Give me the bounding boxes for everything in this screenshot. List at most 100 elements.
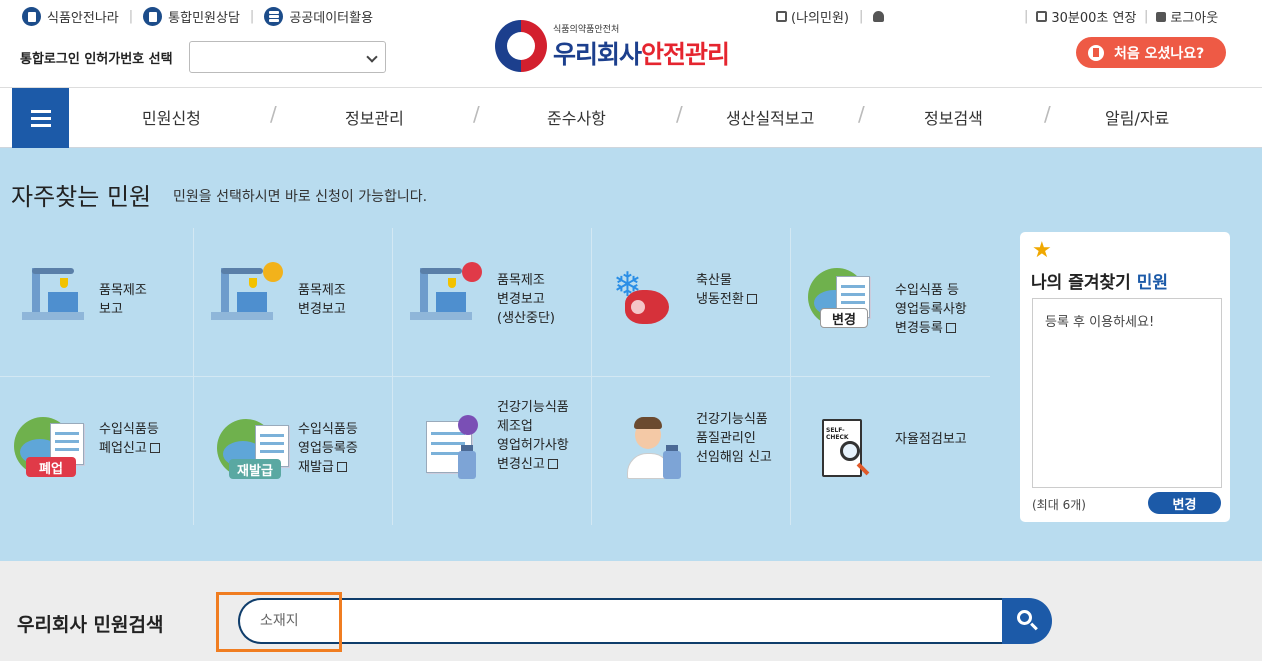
my-request-link[interactable]: (나의민원) |	[776, 7, 885, 26]
fav-item-label: 수입식품등 영업등록증 재발급	[298, 420, 358, 477]
label-line: 품목제조	[99, 283, 147, 298]
person-hair	[634, 417, 662, 429]
my-favorites-list: 등록 후 이용하세요!	[1032, 298, 1222, 488]
search-button[interactable]	[1002, 598, 1052, 644]
stop-icon	[462, 262, 482, 282]
main-nav: 민원신청 / 정보관리 / 준수사항 / 생산실적보고 / 정보검색 / 알림/…	[0, 88, 1262, 148]
meat-icon	[625, 290, 669, 324]
bookmark-icon	[1088, 44, 1104, 61]
logo-ministry: 식품의약품안전처	[553, 24, 620, 35]
logo-title-a: 우리회사	[553, 39, 642, 69]
fav-item-label: 수입식품 등 영업등록사항 변경등록	[895, 281, 967, 338]
separator: |	[1144, 9, 1149, 24]
search-input[interactable]	[260, 610, 960, 632]
fav-item-manufacture-report[interactable]: 품목제조 보고	[0, 228, 199, 376]
license-select[interactable]	[189, 41, 386, 73]
site-logo[interactable]: 식품의약품안전처 우리회사안전관리	[495, 20, 730, 72]
label-line: (생산중단)	[497, 311, 555, 326]
search-icon-handle	[1030, 622, 1038, 631]
label-line: 변경등록	[895, 319, 967, 338]
label-text: 폐업신고	[99, 441, 147, 456]
label-line: 변경보고	[298, 302, 346, 317]
bottle-icon	[663, 445, 681, 479]
external-link-icon	[945, 323, 956, 333]
nav-item-notice[interactable]: 알림/자료	[1105, 105, 1169, 129]
fav-item-livestock-freeze[interactable]: ❄ 축산물 냉동전환	[597, 228, 796, 376]
edit-icon	[776, 11, 787, 22]
label-line: 변경신고	[497, 455, 569, 474]
label-text: 변경등록	[895, 321, 943, 336]
external-link-icon	[746, 294, 757, 304]
top-header: 식품안전나라 | 통합민원상담 | 공공데이터활용 통합로그인 인허가번호 선택…	[0, 0, 1262, 88]
fav-item-manufacture-stop[interactable]: 품목제조 변경보고 (생산중단)	[398, 228, 597, 376]
label-text: 재발급	[298, 460, 334, 475]
external-link-icon	[149, 443, 160, 453]
fav-item-import-closure[interactable]: 폐업 수입식품등 폐업신고	[0, 377, 199, 525]
consult-link[interactable]: 통합민원상담	[143, 7, 240, 26]
fav-item-label: 수입식품등 폐업신고	[99, 420, 160, 458]
fav-item-import-reissue[interactable]: 재발급 수입식품등 영업등록증 재발급	[199, 377, 398, 525]
closure-tag: 폐업	[26, 457, 76, 477]
label-line: 영업등록사항	[895, 302, 967, 317]
label-line: 자율점검보고	[895, 432, 967, 447]
bottle-icon	[458, 445, 476, 479]
fav-item-label: 품목제조 변경보고	[298, 281, 346, 319]
label-line: 냉동전환	[696, 290, 757, 309]
logout-link[interactable]: | 로그아웃	[1144, 7, 1218, 26]
label-line: 폐업신고	[99, 439, 160, 458]
open-data-label: 공공데이터활용	[289, 11, 374, 26]
first-visit-label: 처음 오셨나요?	[1114, 45, 1205, 62]
label-line: 재발급	[298, 458, 358, 477]
logo-title-b: 안전관리	[641, 39, 730, 69]
my-favorites-max: (최대 6개)	[1032, 498, 1086, 512]
self-check-text: SELF-CHECK	[826, 427, 849, 441]
change-tag: 변경	[820, 308, 868, 328]
session-extend-label: 30분00초 연장	[1051, 11, 1137, 26]
logo-mark-icon	[495, 20, 547, 72]
document-icon	[22, 7, 41, 26]
nav-item-compliance[interactable]: 준수사항	[547, 105, 606, 129]
change-favorites-button[interactable]: 변경	[1148, 492, 1221, 514]
fav-item-quality-manager[interactable]: 건강기능식품 품질관리인 선임해임 신고	[597, 377, 796, 525]
label-line: 품목제조	[497, 273, 545, 288]
reissue-tag: 재발급	[229, 459, 281, 479]
menu-line	[30, 109, 51, 113]
first-visit-button[interactable]: 처음 오셨나요?	[1076, 37, 1226, 68]
fav-item-label: 축산물 냉동전환	[696, 271, 757, 309]
logo-title: 우리회사안전관리	[553, 35, 730, 71]
separator: |	[249, 9, 255, 24]
top-links: 식품안전나라 | 통합민원상담 | 공공데이터활용	[22, 7, 373, 26]
nav-item-search[interactable]: 정보검색	[924, 105, 983, 129]
menu-line	[30, 123, 51, 127]
logo-text: 식품의약품안전처 우리회사안전관리	[553, 22, 730, 71]
fav-item-import-change[interactable]: 변경 수입식품 등 영업등록사항 변경등록	[796, 228, 995, 376]
open-data-link[interactable]: 공공데이터활용	[264, 7, 373, 26]
separator: |	[1024, 9, 1029, 24]
label-text: 냉동전환	[696, 292, 744, 307]
hamburger-menu-button[interactable]	[12, 88, 69, 148]
separator: |	[128, 9, 134, 24]
title-text: 나의 즐겨찾기	[1031, 273, 1131, 293]
fav-item-self-check[interactable]: SELF-CHECK 자율점검보고	[796, 377, 995, 525]
fav-item-label: 건강기능식품 제조업 영업허가사항 변경신고	[497, 398, 569, 474]
fav-item-manufacture-change[interactable]: 품목제조 변경보고	[199, 228, 398, 376]
fav-item-health-license-change[interactable]: 건강기능식품 제조업 영업허가사항 변경신고	[398, 377, 597, 525]
food-safety-link[interactable]: 식품안전나라	[22, 7, 119, 26]
session-extend-link[interactable]: | 30분00초 연장	[1024, 7, 1136, 26]
label-line: 품질관리인	[696, 431, 756, 446]
label-line: 건강기능식품	[497, 400, 569, 415]
nav-divider: /	[858, 102, 865, 126]
label-line: 영업등록증	[298, 441, 358, 456]
favorites-section: 자주찾는 민원 민원을 선택하시면 바로 신청이 가능합니다. 품목제조 보고 …	[0, 148, 1262, 561]
consult-label: 통합민원상담	[168, 11, 240, 26]
nav-divider: /	[270, 102, 277, 126]
label-line: 수입식품등	[298, 422, 358, 437]
nav-item-apply[interactable]: 민원신청	[142, 105, 201, 129]
label-line: 수입식품등	[99, 422, 159, 437]
nav-item-info[interactable]: 정보관리	[345, 105, 404, 129]
label-text: 변경신고	[497, 457, 545, 472]
user-icon[interactable]	[873, 11, 885, 22]
nav-item-production[interactable]: 생산실적보고	[726, 105, 814, 129]
lock-icon	[1156, 11, 1167, 22]
label-line: 건강기능식품	[696, 412, 768, 427]
